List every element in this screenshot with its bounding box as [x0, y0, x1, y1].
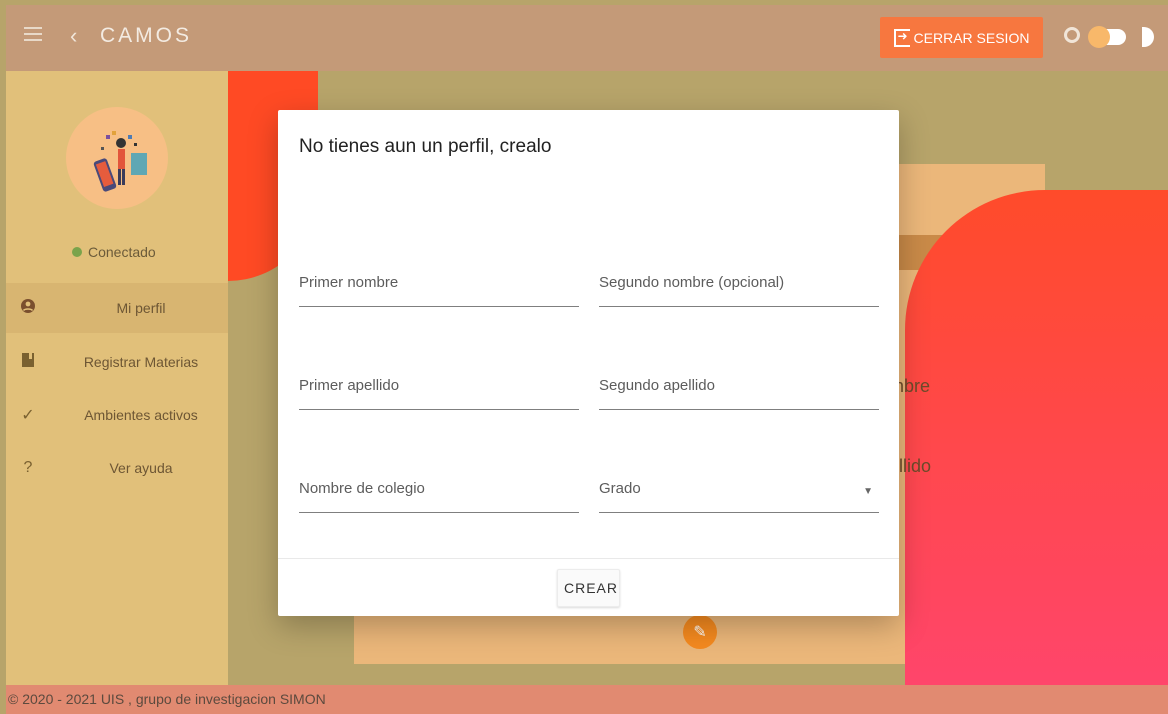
- create-profile-dialog: No tienes aun un perfil, crealo Primer n…: [278, 110, 899, 616]
- grade-select[interactable]: Grado ▼: [599, 476, 879, 513]
- question-icon: ?: [23, 459, 33, 476]
- menu-icon[interactable]: [24, 27, 42, 41]
- check-icon: ✓: [21, 407, 35, 424]
- app-title: CAMOS: [100, 24, 193, 47]
- sidebar-item-mi-perfil[interactable]: Mi perfil: [6, 283, 228, 333]
- pencil-icon: ✎: [693, 624, 707, 641]
- sidebar-item-label: Ver ayuda: [109, 460, 173, 476]
- create-button[interactable]: CREAR: [557, 569, 620, 607]
- moon-icon: [1142, 27, 1154, 47]
- edit-fab-button[interactable]: ✎: [683, 615, 717, 649]
- avatar-illustration: [93, 131, 147, 192]
- avatar: [66, 107, 168, 209]
- sidebar-item-ambientes-activos[interactable]: ✓ Ambientes activos: [6, 390, 228, 440]
- logout-button[interactable]: CERRAR SESION: [880, 17, 1043, 58]
- logout-label: CERRAR SESION: [913, 29, 1030, 46]
- top-app-bar: ‹ CAMOS CERRAR SESION: [6, 5, 1168, 71]
- sidebar-item-registrar-materias[interactable]: Registrar Materias: [6, 337, 228, 387]
- user-circle-icon: [20, 298, 36, 319]
- sidebar-item-label: Ambientes activos: [84, 407, 198, 423]
- connection-status: Conectado: [72, 244, 156, 260]
- sidebar: Conectado Mi perfil Registrar Materias ✓…: [6, 71, 228, 685]
- sidebar-item-label: Mi perfil: [116, 300, 166, 316]
- sidebar-item-label: Registrar Materias: [83, 354, 199, 370]
- sidebar-item-ver-ayuda[interactable]: ? Ver ayuda: [6, 443, 228, 493]
- field-label: Nombre de colegio: [299, 480, 425, 497]
- field-label: Segundo apellido: [599, 377, 715, 394]
- sun-icon: [1064, 27, 1080, 43]
- field-label: Segundo nombre (opcional): [599, 274, 785, 291]
- footer: © 2020 - 2021 UIS , grupo de investigaci…: [6, 685, 1168, 714]
- dialog-title: No tienes aun un perfil, crealo: [299, 136, 552, 157]
- field-label: Grado: [599, 480, 641, 497]
- dropdown-arrow-icon: ▼: [863, 486, 873, 497]
- toggle-knob: [1088, 26, 1110, 48]
- status-label: Conectado: [88, 244, 156, 260]
- logout-icon: [893, 28, 910, 47]
- dialog-divider: [278, 558, 899, 559]
- theme-toggle[interactable]: [1088, 26, 1126, 48]
- first-lastname-field[interactable]: Primer apellido: [299, 373, 579, 410]
- field-label: Primer nombre: [299, 274, 399, 291]
- decorative-pink-shape: [905, 190, 1168, 685]
- second-lastname-field[interactable]: Segundo apellido: [599, 373, 879, 410]
- first-name-field[interactable]: Primer nombre: [299, 270, 579, 307]
- status-dot: [72, 247, 82, 257]
- chevron-left-icon[interactable]: ‹: [70, 23, 77, 49]
- school-name-field[interactable]: Nombre de colegio: [299, 476, 579, 513]
- second-name-field[interactable]: Segundo nombre (opcional): [599, 270, 879, 307]
- field-label: Primer apellido: [299, 377, 400, 394]
- book-icon: [20, 352, 36, 373]
